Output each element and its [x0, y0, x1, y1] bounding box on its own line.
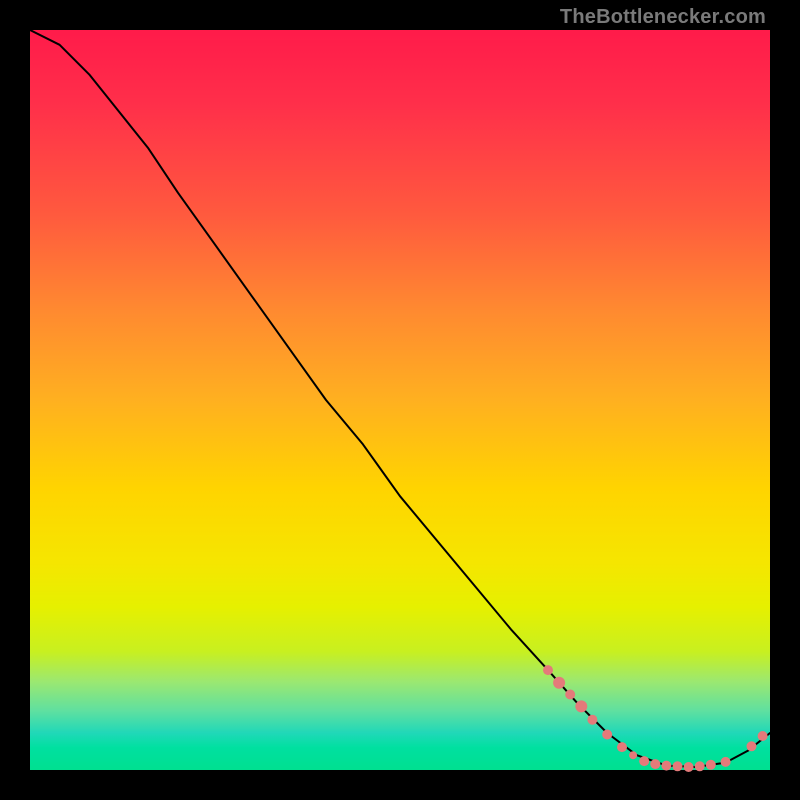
data-point — [758, 731, 768, 741]
data-point — [684, 762, 694, 772]
data-point — [695, 761, 705, 771]
data-point — [747, 741, 757, 751]
data-point — [553, 677, 565, 689]
bottleneck-curve — [30, 30, 770, 767]
data-point — [650, 759, 660, 769]
watermark-text: TheBottlenecker.com — [560, 6, 766, 29]
data-point — [543, 665, 553, 675]
data-point — [602, 730, 612, 740]
chart-frame: TheBottlenecker.com — [0, 0, 800, 800]
curve-svg — [30, 30, 770, 770]
data-point — [673, 761, 683, 771]
data-point — [587, 715, 597, 725]
data-point-cluster — [543, 665, 768, 772]
data-point — [575, 700, 587, 712]
data-point — [617, 742, 627, 752]
data-point — [661, 761, 671, 771]
data-point — [706, 760, 716, 770]
data-point — [565, 690, 575, 700]
data-point — [721, 757, 731, 767]
data-point — [629, 751, 637, 759]
data-point — [639, 756, 649, 766]
plot-area — [30, 30, 770, 770]
